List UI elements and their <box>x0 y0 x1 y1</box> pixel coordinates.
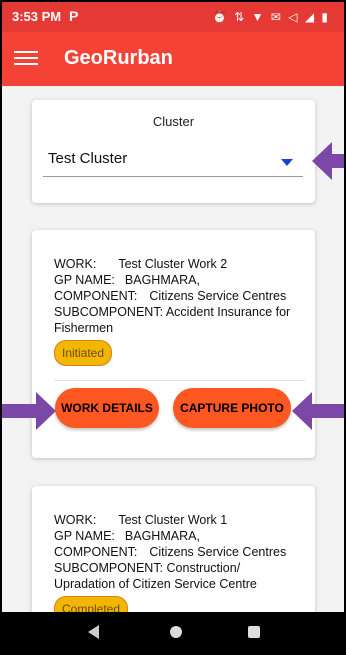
status-bar: 3:53 PM P ⏰ ⇅ ▼ ✉ ◁ ◢ ▮ <box>2 2 344 32</box>
status-time: 3:53 PM <box>12 9 62 24</box>
gp-label: GP NAME: <box>54 273 115 287</box>
component-label: COMPONENT: <box>54 289 138 303</box>
hamburger-menu-icon[interactable] <box>14 47 38 67</box>
home-icon[interactable] <box>170 626 182 638</box>
status-badge: Initiated <box>54 340 113 366</box>
work-details-text: WORK: Test Cluster Work 2 GP NAME: BAGHMAR… <box>54 256 304 366</box>
work-card: WORK: Test Cluster Work 1 GP NAME: BAGHMAR… <box>32 486 315 612</box>
subcomponent-label: SUBCOMPONENT: <box>54 561 164 575</box>
component-value: Citizens Service Centres <box>149 545 287 559</box>
work-details-text: WORK: Test Cluster Work 1 GP NAME: BAGHMAR… <box>54 512 304 612</box>
annotation-arrow-capture-photo <box>292 392 346 430</box>
capture-photo-button[interactable]: CAPTURE PHOTO <box>173 388 291 428</box>
status-icons: ⏰ ⇅ ▼ ✉ ◁ ◢ ▮ <box>212 10 330 24</box>
gp-label: GP NAME: <box>54 529 115 543</box>
divider <box>54 380 305 381</box>
content-scroll[interactable]: Cluster Test Cluster WORK: Test Cluster W… <box>2 86 344 612</box>
work-label: WORK: <box>54 513 97 527</box>
dropdown-arrow-icon[interactable] <box>281 159 293 166</box>
annotation-arrow-work-details <box>0 392 56 430</box>
work-card: WORK: Test Cluster Work 2 GP NAME: BAGHMAR… <box>32 230 315 458</box>
gp-value: BAGHMARA, <box>124 529 200 543</box>
back-icon[interactable] <box>88 625 99 639</box>
work-value: Test Cluster Work 2 <box>118 257 228 271</box>
cluster-card: Cluster Test Cluster <box>32 100 315 203</box>
gp-value: BAGHMARA, <box>124 273 200 287</box>
recent-apps-icon[interactable] <box>248 626 260 638</box>
cluster-dropdown[interactable]: Test Cluster <box>43 146 303 177</box>
status-badge: Completed <box>54 596 129 612</box>
cluster-selected-value: Test Cluster <box>48 150 128 167</box>
work-details-button[interactable]: WORK DETAILS <box>55 388 159 428</box>
app-title: GeoRurban <box>64 47 173 69</box>
work-label: WORK: <box>54 257 97 271</box>
component-value: Citizens Service Centres <box>149 289 287 303</box>
navigation-bar <box>2 612 344 653</box>
annotation-arrow-dropdown <box>312 142 346 180</box>
cluster-label: Cluster <box>152 114 195 129</box>
app-notification-icon: P <box>69 8 79 24</box>
component-label: COMPONENT: <box>54 545 138 559</box>
subcomponent-label: SUBCOMPONENT: <box>54 305 164 319</box>
work-value: Test Cluster Work 1 <box>118 513 228 527</box>
app-bar: GeoRurban <box>2 32 344 86</box>
